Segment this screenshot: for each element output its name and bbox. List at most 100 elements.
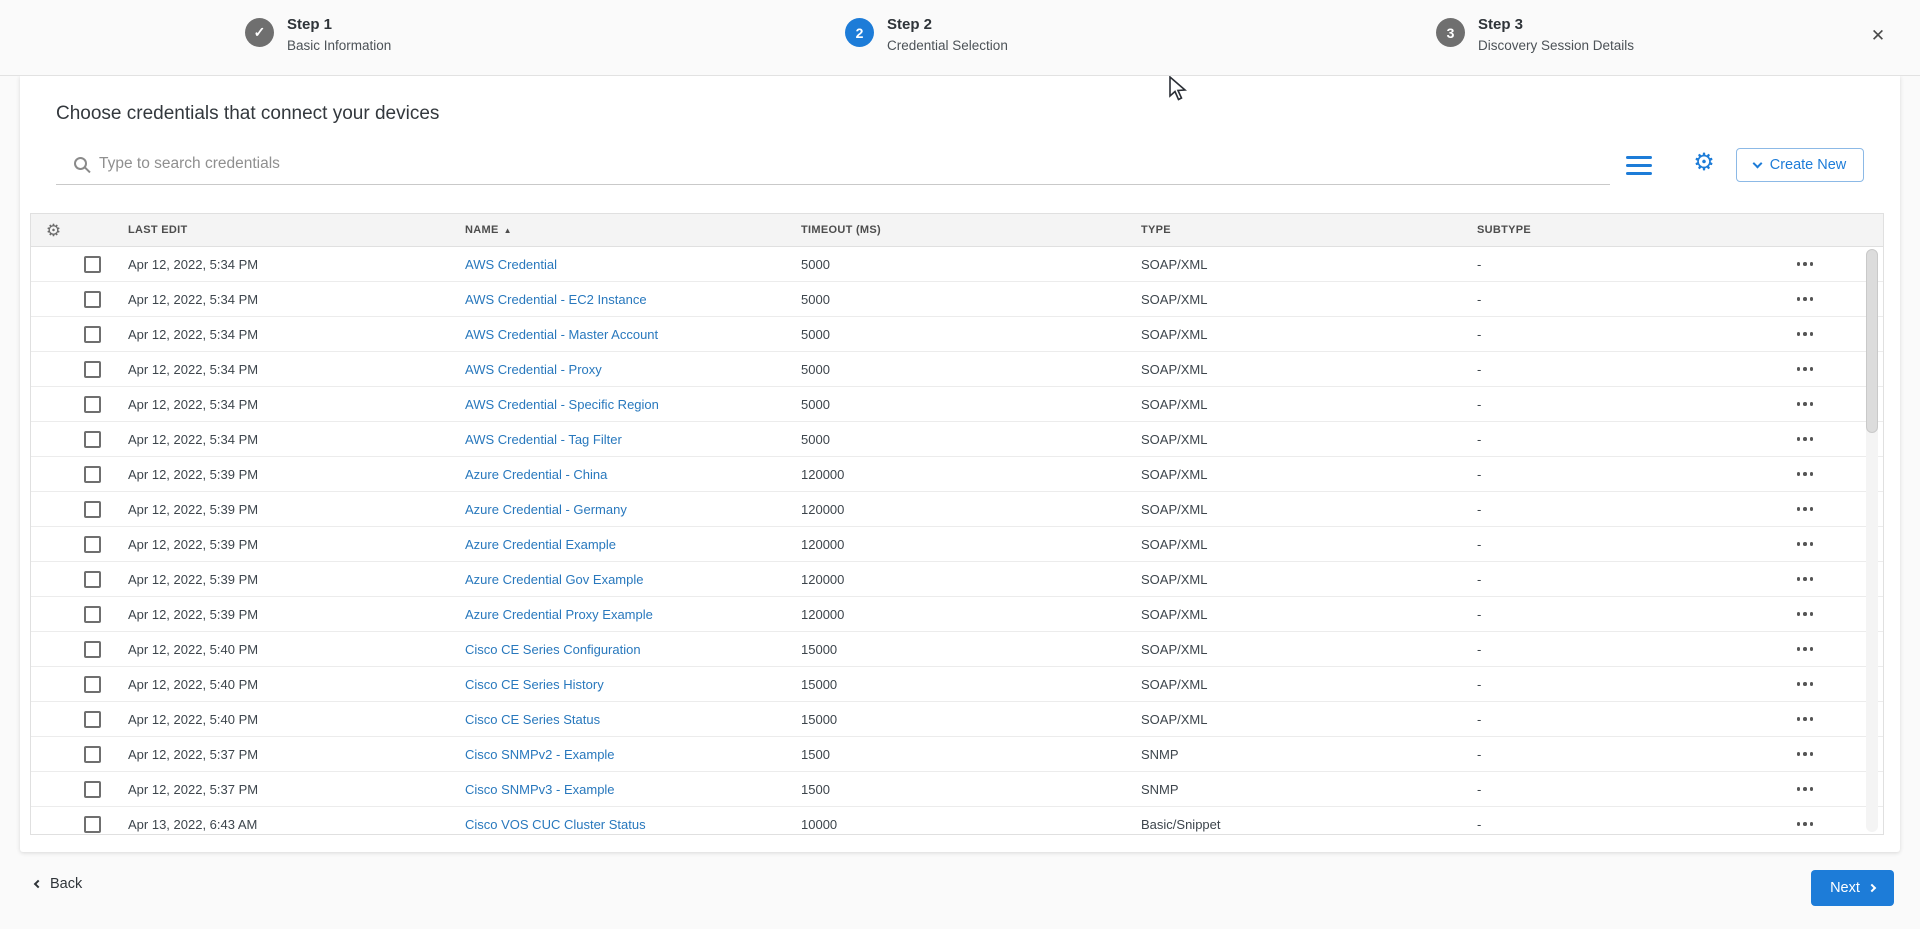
credential-selection-panel: Choose credentials that connect your dev…: [20, 76, 1900, 852]
cell-last-edit: Apr 12, 2022, 5:34 PM: [128, 326, 259, 342]
settings-gear-icon[interactable]: ⚙: [1688, 147, 1720, 179]
cell-type: SOAP/XML: [1141, 431, 1208, 447]
cell-timeout: 120000: [801, 536, 845, 552]
cell-type: SOAP/XML: [1141, 361, 1208, 377]
step-2[interactable]: 2 Step 2 Credential Selection: [845, 16, 1008, 53]
credential-name-link[interactable]: Cisco CE Series Configuration: [465, 642, 641, 657]
credential-name-link[interactable]: AWS Credential: [465, 257, 557, 272]
create-new-button[interactable]: Create New: [1736, 148, 1864, 182]
credentials-table: ⚙ LAST EDIT NAME ▲ TIMEOUT (MS) TYPE SUB…: [30, 213, 1884, 835]
cell-type: SOAP/XML: [1141, 466, 1208, 482]
cell-type: SOAP/XML: [1141, 291, 1208, 307]
step-2-number-badge: 2: [845, 18, 874, 47]
row-checkbox[interactable]: [84, 570, 101, 588]
row-checkbox[interactable]: [84, 395, 101, 413]
row-checkbox[interactable]: [84, 255, 101, 273]
cell-last-edit: Apr 13, 2022, 6:43 AM: [128, 816, 258, 832]
credential-name-link[interactable]: AWS Credential - Master Account: [465, 327, 658, 342]
table-row: Apr 12, 2022, 5:39 PM Azure Credential -…: [31, 457, 1883, 492]
cell-last-edit: Apr 12, 2022, 5:34 PM: [128, 396, 259, 412]
cell-last-edit: Apr 12, 2022, 5:39 PM: [128, 466, 259, 482]
row-checkbox[interactable]: [84, 360, 101, 378]
row-checkbox[interactable]: [84, 535, 101, 553]
credential-name-link[interactable]: AWS Credential - Tag Filter: [465, 432, 622, 447]
row-checkbox[interactable]: [84, 745, 101, 763]
column-header-timeout[interactable]: TIMEOUT (MS): [789, 224, 1129, 236]
credential-name-link[interactable]: AWS Credential - Proxy: [465, 362, 602, 377]
back-button[interactable]: Back: [33, 876, 82, 892]
cell-subtype: -: [1477, 781, 1482, 797]
column-header-last-edit[interactable]: LAST EDIT: [116, 224, 453, 236]
cell-name: Azure Credential Proxy Example: [453, 607, 789, 622]
row-checkbox[interactable]: [84, 290, 101, 308]
step-3[interactable]: 3 Step 3 Discovery Session Details: [1436, 16, 1634, 53]
credential-name-link[interactable]: Azure Credential Gov Example: [465, 572, 643, 587]
row-checkbox[interactable]: [84, 780, 101, 798]
cell-name: Azure Credential - China: [453, 467, 789, 482]
column-header-subtype[interactable]: SUBTYPE: [1465, 224, 1779, 236]
column-header-name[interactable]: NAME ▲: [453, 224, 789, 236]
cell-type: SOAP/XML: [1141, 571, 1208, 587]
cell-subtype: -: [1477, 536, 1482, 552]
cell-name: Cisco CE Series History: [453, 677, 789, 692]
cell-name: Azure Credential - Germany: [453, 502, 789, 517]
credential-name-link[interactable]: Azure Credential Proxy Example: [465, 607, 653, 622]
column-settings-gear-icon[interactable]: ⚙: [31, 222, 76, 239]
table-row: Apr 13, 2022, 6:43 AM Cisco VOS CUC Clus…: [31, 807, 1883, 834]
close-icon[interactable]: ✕: [1864, 22, 1892, 50]
row-checkbox[interactable]: [84, 465, 101, 483]
row-checkbox[interactable]: [84, 430, 101, 448]
step-1[interactable]: ✓ Step 1 Basic Information: [245, 16, 391, 53]
row-checkbox[interactable]: [84, 500, 101, 518]
cell-name: Cisco CE Series Status: [453, 712, 789, 727]
row-checkbox[interactable]: [84, 710, 101, 728]
cell-timeout: 5000: [801, 326, 830, 342]
cell-last-edit: Apr 12, 2022, 5:40 PM: [128, 711, 259, 727]
cell-type: SOAP/XML: [1141, 676, 1208, 692]
credential-name-link[interactable]: Cisco CE Series History: [465, 677, 604, 692]
cell-last-edit: Apr 12, 2022, 5:40 PM: [128, 676, 259, 692]
credential-name-link[interactable]: Cisco SNMPv2 - Example: [465, 747, 615, 762]
row-checkbox[interactable]: [84, 325, 101, 343]
step-3-number-badge: 3: [1436, 18, 1465, 47]
table-scrollbar-thumb[interactable]: [1866, 249, 1878, 433]
chevron-left-icon: [33, 879, 43, 889]
credential-name-link[interactable]: Azure Credential Example: [465, 537, 616, 552]
credential-name-link[interactable]: AWS Credential - EC2 Instance: [465, 292, 647, 307]
next-button[interactable]: Next: [1811, 870, 1894, 906]
cell-timeout: 120000: [801, 466, 845, 482]
cell-type: Basic/Snippet: [1141, 816, 1221, 832]
column-header-type[interactable]: TYPE: [1129, 224, 1465, 236]
row-checkbox[interactable]: [84, 640, 101, 658]
cell-timeout: 5000: [801, 291, 830, 307]
credential-name-link[interactable]: Azure Credential - China: [465, 467, 607, 482]
row-checkbox[interactable]: [84, 675, 101, 693]
cell-subtype: -: [1477, 676, 1482, 692]
cell-subtype: -: [1477, 711, 1482, 727]
cell-type: SOAP/XML: [1141, 326, 1208, 342]
table-row: Apr 12, 2022, 5:37 PM Cisco SNMPv3 - Exa…: [31, 772, 1883, 807]
credential-name-link[interactable]: Cisco VOS CUC Cluster Status: [465, 817, 646, 832]
row-checkbox[interactable]: [84, 605, 101, 623]
credential-name-link[interactable]: Cisco SNMPv3 - Example: [465, 782, 615, 797]
cell-timeout: 120000: [801, 501, 845, 517]
next-label: Next: [1830, 880, 1860, 896]
cell-name: AWS Credential - EC2 Instance: [453, 292, 789, 307]
credential-name-link[interactable]: Cisco CE Series Status: [465, 712, 600, 727]
cell-name: AWS Credential - Specific Region: [453, 397, 789, 412]
table-row: Apr 12, 2022, 5:34 PM AWS Credential 500…: [31, 247, 1883, 282]
credential-name-link[interactable]: Azure Credential - Germany: [465, 502, 627, 517]
credential-name-link[interactable]: AWS Credential - Specific Region: [465, 397, 659, 412]
cell-type: SOAP/XML: [1141, 606, 1208, 622]
table-row: Apr 12, 2022, 5:40 PM Cisco CE Series Hi…: [31, 667, 1883, 702]
cell-subtype: -: [1477, 431, 1482, 447]
list-menu-icon[interactable]: [1626, 156, 1652, 175]
search-input[interactable]: [99, 155, 1610, 173]
cell-subtype: -: [1477, 606, 1482, 622]
cell-timeout: 5000: [801, 256, 830, 272]
cell-subtype: -: [1477, 256, 1482, 272]
cell-timeout: 5000: [801, 396, 830, 412]
table-row: Apr 12, 2022, 5:34 PM AWS Credential - E…: [31, 282, 1883, 317]
table-scrollbar-track[interactable]: [1866, 249, 1878, 832]
row-checkbox[interactable]: [84, 815, 101, 833]
